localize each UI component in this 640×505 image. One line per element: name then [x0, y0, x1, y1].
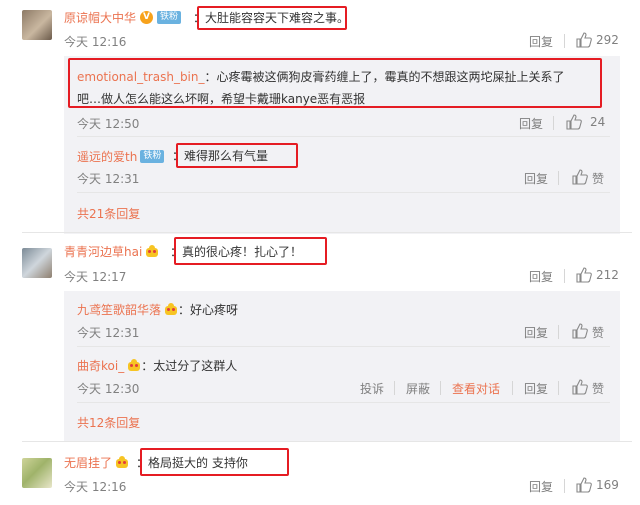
divider [394, 381, 395, 395]
view-conversation-link[interactable]: 查看对话 [452, 380, 500, 397]
separator: ： [193, 11, 206, 25]
divider [564, 479, 565, 493]
comment-header: 无眉挂了 [64, 453, 129, 471]
timestamp: 今天 12:16 [64, 480, 127, 494]
avatar[interactable] [22, 248, 52, 278]
reply-button[interactable]: 回复 [524, 324, 548, 341]
thumb-up-icon[interactable] [566, 114, 582, 130]
reply-header: 遥远的爱th 铁粉 [77, 147, 165, 165]
comment-divider [22, 441, 632, 442]
comment-body: 格局挺大的 支持你 [148, 456, 248, 470]
comment-body: 真的很心疼！扎心了！ [182, 245, 303, 259]
timestamp: 今天 12:50 [77, 117, 140, 131]
like-count[interactable]: 169 [596, 478, 619, 492]
divider [440, 381, 441, 395]
reply-username[interactable]: emotional_trash_bin_ [77, 70, 205, 84]
separator: ： [136, 456, 149, 470]
crown-icon [115, 455, 129, 469]
reply-username[interactable]: 遥远的爱th [77, 148, 137, 165]
divider [564, 34, 565, 48]
more-replies-link[interactable]: 共12条回复 [77, 414, 140, 431]
timestamp: 今天 12:17 [64, 270, 127, 284]
thumb-up-icon[interactable] [576, 477, 592, 493]
reply-button[interactable]: 回复 [524, 170, 548, 187]
verified-icon: V [140, 10, 154, 24]
reply-body: 太过分了这群人 [153, 358, 238, 373]
timestamp: 今天 12:31 [77, 326, 140, 340]
comment-header: 原谅帽大中华 V 铁粉 [64, 8, 182, 26]
thumb-up-icon[interactable] [576, 267, 592, 283]
comment-text: ： 格局挺大的 支持你 [136, 454, 248, 471]
thumb-up-icon[interactable] [572, 323, 588, 339]
report-button[interactable]: 投诉 [360, 380, 384, 397]
reply-button[interactable]: 回复 [529, 478, 553, 495]
like-label[interactable]: 赞 [592, 380, 604, 397]
divider [558, 171, 559, 185]
divider [558, 325, 559, 339]
crown-icon [127, 358, 141, 372]
reply-text: emotional_trash_bin_：心疼霉被这俩狗皮膏药缠上了，霉真的不想… [77, 66, 597, 110]
like-label[interactable]: 赞 [592, 324, 604, 341]
reply-button[interactable]: 回复 [529, 33, 553, 50]
iron-fan-badge: 铁粉 [140, 149, 165, 163]
avatar[interactable] [22, 458, 52, 488]
username[interactable]: 青青河边草hai [64, 243, 142, 260]
separator: ： [141, 358, 154, 373]
iron-fan-badge: 铁粉 [157, 10, 182, 24]
comment-divider [22, 232, 632, 233]
avatar[interactable] [22, 10, 52, 40]
crown-icon [145, 244, 159, 258]
separator: ： [170, 245, 183, 259]
reply-button[interactable]: 回复 [524, 380, 548, 397]
crown-icon [164, 302, 178, 316]
divider [564, 269, 565, 283]
comment-body: 大肚能容容天下难容之事。 [205, 11, 350, 25]
like-count[interactable]: 24 [590, 115, 605, 129]
reply-divider [77, 192, 610, 193]
divider [553, 116, 554, 130]
timestamp: 今天 12:16 [64, 35, 127, 49]
reply-username[interactable]: 曲奇koi_ [77, 357, 124, 374]
separator: ： [178, 302, 191, 317]
comment-header: 青青河边草hai [64, 242, 159, 260]
comment-text: ： 真的很心疼！扎心了！ [170, 243, 303, 260]
reply-divider [77, 136, 610, 137]
reply-body: 好心疼呀 [190, 302, 239, 317]
thumb-up-icon[interactable] [572, 379, 588, 395]
username[interactable]: 原谅帽大中华 [64, 9, 136, 26]
reply-body: 心疼霉被这俩狗皮膏药缠上了，霉真的不想跟这两坨屎扯上关系了 [216, 70, 565, 84]
reply-button[interactable]: 回复 [519, 115, 543, 132]
separator: ： [172, 149, 185, 163]
more-replies-link[interactable]: 共21条回复 [77, 205, 140, 222]
reply-button[interactable]: 回复 [529, 268, 553, 285]
reply-divider [77, 346, 610, 347]
like-label[interactable]: 赞 [592, 170, 604, 187]
reply-body-cont: 吧…做人怎么能这么坏啊，希望卡戴珊kanye恶有恶报 [77, 92, 366, 106]
divider [512, 381, 513, 395]
timestamp: 今天 12:31 [77, 172, 140, 186]
thumb-up-icon[interactable] [576, 32, 592, 48]
divider [558, 381, 559, 395]
reply-header: 九鸢笙歌韶华落 ： 好心疼呀 [77, 300, 238, 318]
like-count[interactable]: 292 [596, 33, 619, 47]
timestamp: 今天 12:30 [77, 382, 140, 396]
reply-username[interactable]: 九鸢笙歌韶华落 [77, 301, 161, 318]
block-button[interactable]: 屏蔽 [406, 380, 430, 397]
reply-divider [77, 402, 610, 403]
thumb-up-icon[interactable] [572, 169, 588, 185]
username[interactable]: 无眉挂了 [64, 454, 112, 471]
reply-text: ： 难得那么有气量 [172, 147, 269, 164]
like-count[interactable]: 212 [596, 268, 619, 282]
separator: ： [204, 70, 217, 84]
reply-body: 难得那么有气量 [184, 149, 269, 163]
comment-text: ： 大肚能容容天下难容之事。 [193, 9, 350, 26]
reply-header: 曲奇koi_ ： 太过分了这群人 [77, 356, 237, 374]
